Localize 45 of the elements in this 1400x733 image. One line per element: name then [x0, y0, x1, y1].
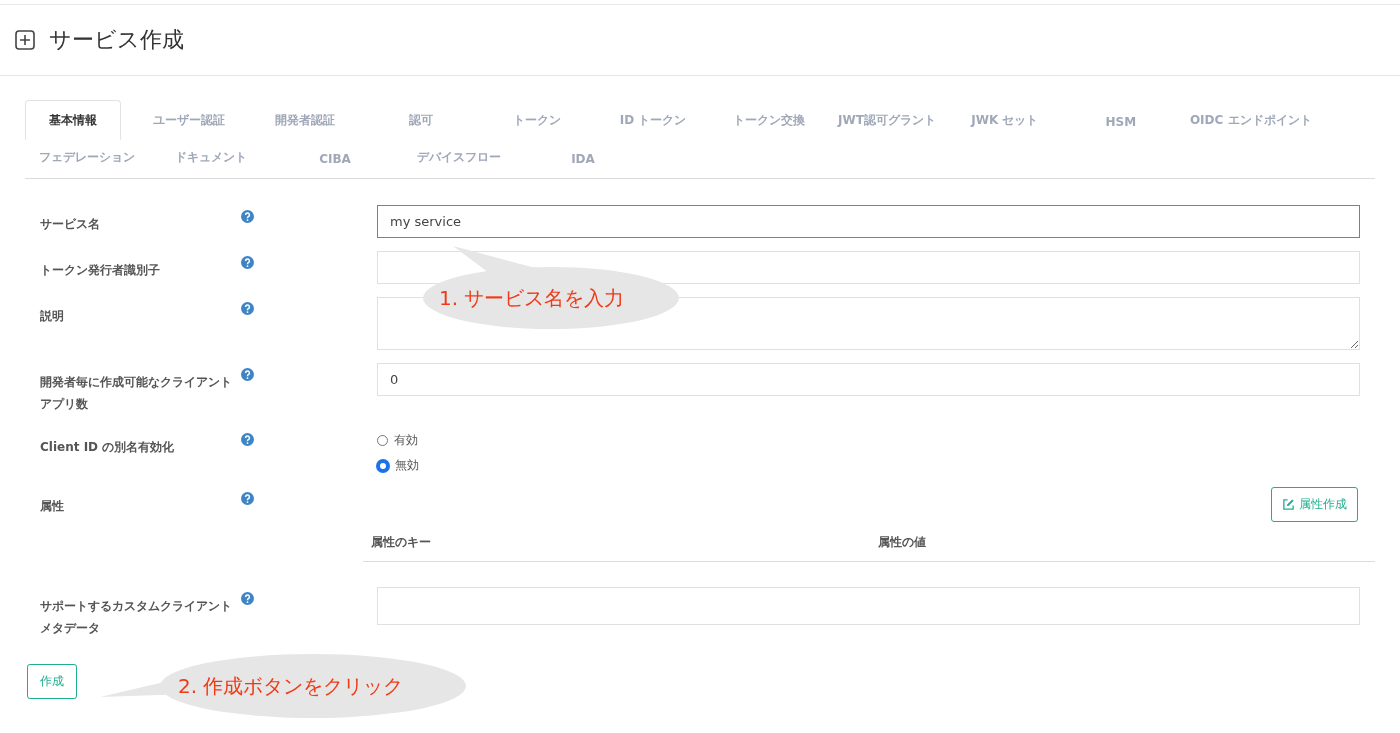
tab[interactable]: ドキュメント [149, 140, 273, 178]
field-label: トークン発行者識別子 [39, 262, 161, 279]
column-header: 属性のキー [371, 534, 432, 551]
tab[interactable]: トークン [489, 100, 585, 140]
field-label: サービス名 [39, 216, 101, 233]
create-button[interactable]: 作成 [27, 664, 77, 699]
tab[interactable]: OIDC エンドポイント [1188, 100, 1313, 140]
callout-text: 1. サービス名を入力 [439, 286, 625, 310]
help-icon[interactable] [241, 302, 254, 315]
edit-icon [1282, 498, 1295, 511]
create-attribute-button[interactable]: 属性作成 [1271, 487, 1358, 522]
help-icon[interactable] [241, 492, 254, 505]
radio-label: 有効 [394, 432, 418, 449]
input-field[interactable]: my service [377, 205, 1360, 238]
tab[interactable]: 認可 [373, 100, 469, 140]
tab[interactable]: JWK セット [956, 100, 1053, 140]
help-icon[interactable] [241, 210, 254, 223]
input-field[interactable]: 0 [377, 363, 1360, 396]
tab[interactable]: ID トークン [605, 100, 701, 140]
help-icon[interactable] [241, 368, 254, 381]
help-icon[interactable] [241, 433, 254, 446]
tab[interactable]: 基本情報 [25, 100, 121, 140]
tab[interactable]: フェデレーション [25, 140, 149, 178]
tab[interactable]: トークン交換 [721, 100, 817, 140]
input-field[interactable] [377, 587, 1360, 625]
column-header: 属性の値 [878, 534, 927, 551]
add-box-icon [15, 30, 35, 50]
page-title: サービス作成 [49, 26, 184, 54]
tab[interactable]: JWT認可グラント [837, 100, 937, 140]
tab[interactable]: IDA [521, 143, 645, 178]
tab[interactable]: CIBA [273, 143, 397, 178]
tab[interactable]: HSM [1072, 103, 1169, 140]
field-label: 開発者毎に作成可能なクライアントアプリ数 [39, 374, 233, 413]
help-icon[interactable] [241, 256, 254, 269]
callout-text: 2. 作成ボタンをクリック [178, 674, 404, 698]
field-label: 属性 [39, 498, 65, 515]
radio-label: 無効 [395, 457, 419, 474]
field-label: Client ID の別名有効化 [39, 439, 176, 456]
tab[interactable]: デバイスフロー [397, 140, 521, 178]
field-label: サポートするカスタムクライアントメタデータ [39, 598, 233, 637]
tab[interactable]: ユーザー認証 [141, 100, 237, 140]
radio-button[interactable] [377, 459, 389, 472]
field-label: 説明 [39, 308, 65, 325]
help-icon[interactable] [241, 592, 254, 605]
tab[interactable]: 開発者認証 [257, 100, 353, 140]
